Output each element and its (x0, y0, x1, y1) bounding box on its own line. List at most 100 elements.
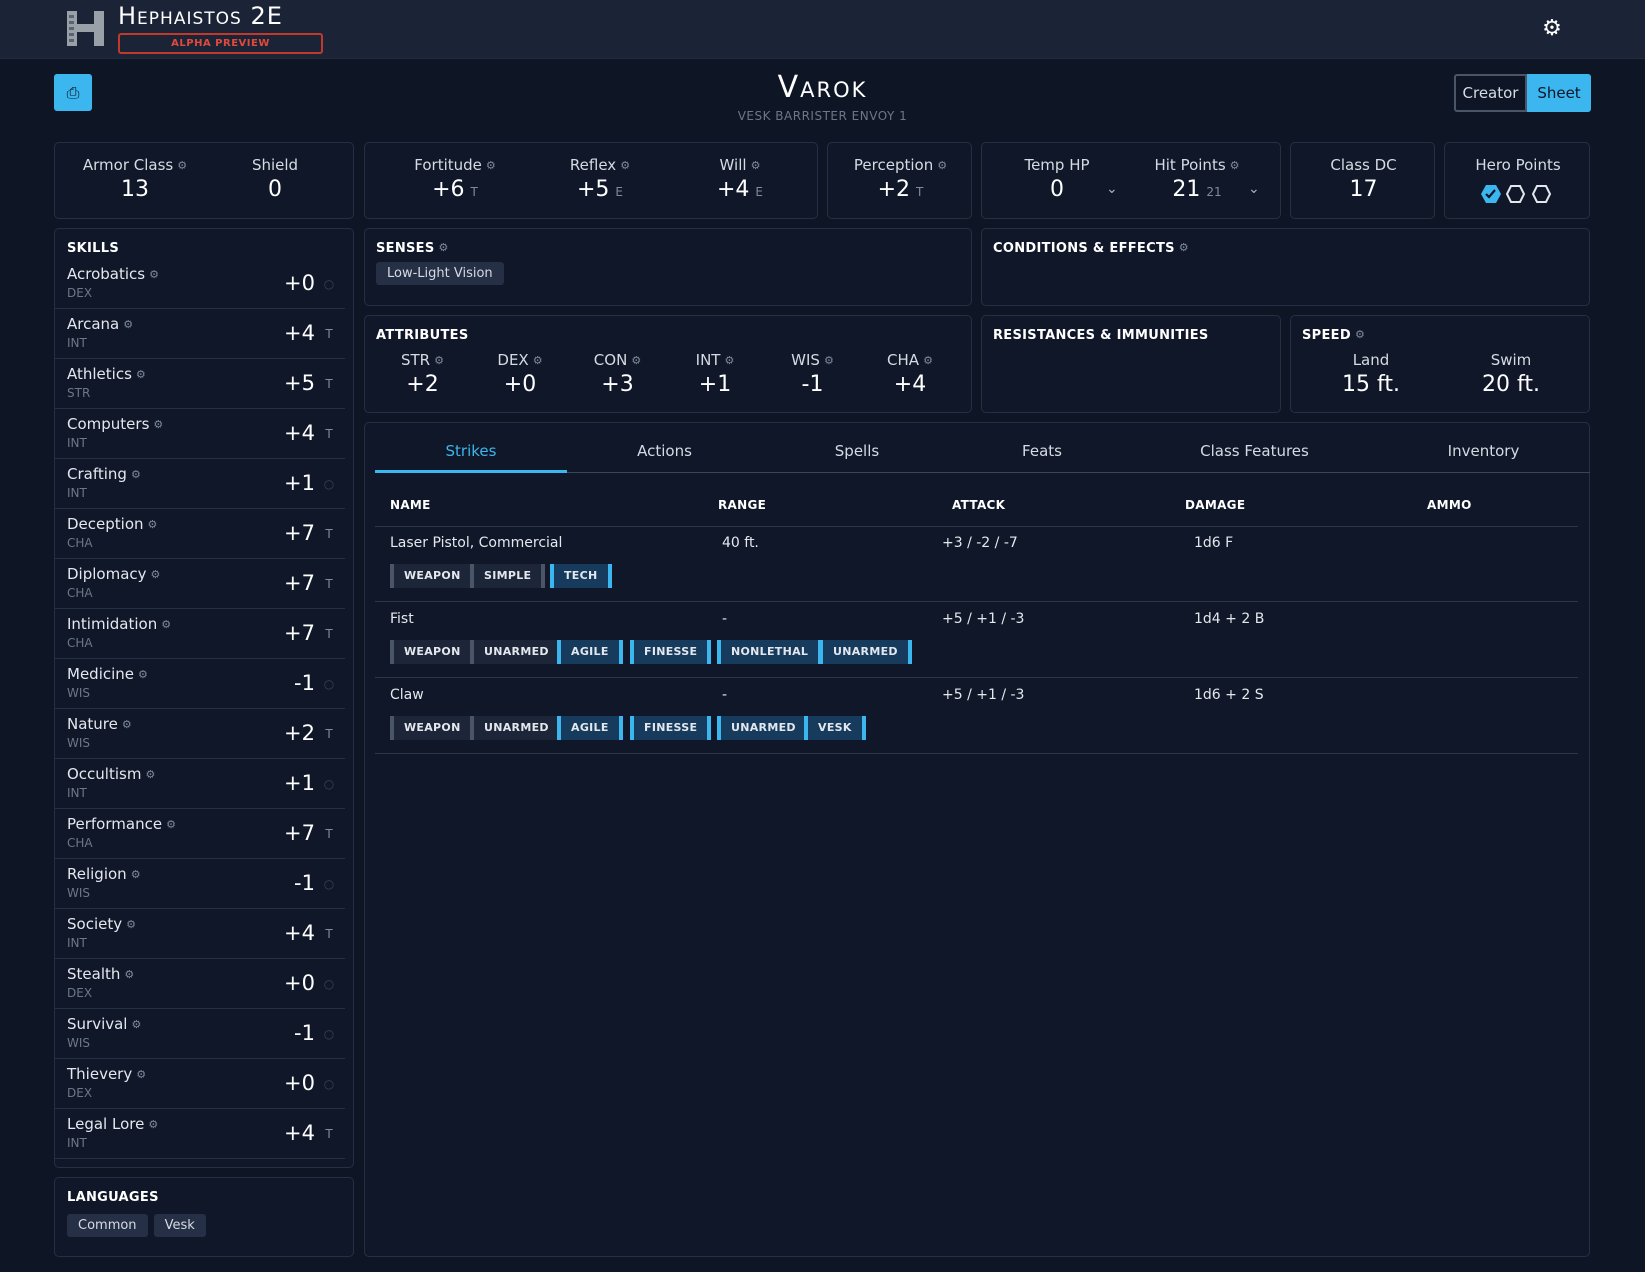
attribute-con[interactable]: CON ⚙ +3 (570, 351, 665, 397)
skill-row[interactable]: Stealth ⚙ DEX +0 ○ (55, 959, 345, 1009)
gear-icon[interactable]: ⚙ (824, 354, 834, 367)
gear-icon[interactable]: ⚙ (724, 354, 734, 367)
skill-row[interactable]: Religion ⚙ WIS -1 ○ (55, 859, 345, 909)
gear-icon[interactable]: ⚙ (1179, 241, 1189, 254)
gear-icon[interactable]: ⚙ (131, 468, 141, 481)
gear-icon[interactable]: ⚙ (131, 868, 141, 881)
attribute-wis[interactable]: WIS ⚙ -1 (765, 351, 860, 397)
trait-tag[interactable]: NONLETHAL (717, 640, 823, 664)
attribute-dex[interactable]: DEX ⚙ +0 (473, 351, 568, 397)
tab-spells[interactable]: Spells (762, 442, 952, 460)
hero-point-empty-icon[interactable] (1531, 185, 1552, 203)
trait-tag[interactable]: AGILE (557, 716, 623, 740)
skill-row[interactable]: Deception ⚙ CHA +7 T (55, 509, 345, 559)
save-fortitude[interactable]: Fortitude ⚙ +6 T (385, 156, 525, 202)
skill-row[interactable]: Intimidation ⚙ CHA +7 T (55, 609, 345, 659)
trait-tag[interactable]: UNARMED (717, 716, 810, 740)
skill-row[interactable]: Athletics ⚙ STR +5 T (55, 359, 345, 409)
skill-row[interactable]: Diplomacy ⚙ CHA +7 T (55, 559, 345, 609)
gear-icon[interactable]: ⚙ (149, 268, 159, 281)
gear-icon[interactable]: ⚙ (124, 968, 134, 981)
skill-row[interactable]: Occultism ⚙ INT +1 ○ (55, 759, 345, 809)
gear-icon[interactable]: ⚙ (631, 354, 641, 367)
trait-tag[interactable]: WEAPON (390, 640, 475, 664)
gear-icon[interactable]: ⚙ (148, 1118, 158, 1131)
tab-actions[interactable]: Actions (567, 442, 762, 460)
save-reflex[interactable]: Reflex ⚙ +5 E (530, 156, 670, 202)
skill-row[interactable]: Crafting ⚙ INT +1 ○ (55, 459, 345, 509)
gear-icon[interactable]: ⚙ (620, 159, 630, 172)
trait-tag[interactable]: UNARMED (819, 640, 912, 664)
armor-class[interactable]: Armor Class ⚙ 13 (55, 156, 215, 202)
language-chip[interactable]: Vesk (153, 1214, 206, 1237)
skill-row[interactable]: Medicine ⚙ WIS -1 ○ (55, 659, 345, 709)
perception-card[interactable]: Perception ⚙ +2 T (827, 142, 972, 219)
tab-feats[interactable]: Feats (952, 442, 1132, 460)
language-chip[interactable]: Common (67, 1214, 148, 1237)
gear-icon[interactable]: ⚙ (177, 159, 187, 172)
gear-icon[interactable]: ⚙ (148, 518, 158, 531)
creator-mode-button[interactable]: Creator (1454, 74, 1527, 112)
settings-gear-icon[interactable]: ⚙ (1540, 17, 1564, 41)
tab-class-features[interactable]: Class Features (1132, 442, 1377, 460)
gear-icon[interactable]: ⚙ (136, 368, 146, 381)
tab-inventory[interactable]: Inventory (1377, 442, 1590, 460)
trait-tag[interactable]: WEAPON (390, 564, 475, 588)
hero-point-empty-icon[interactable] (1505, 185, 1526, 203)
skill-row[interactable]: Performance ⚙ CHA +7 T (55, 809, 345, 859)
attribute-int[interactable]: INT ⚙ +1 (668, 351, 763, 397)
trait-tag[interactable]: TECH (550, 564, 612, 588)
gear-icon[interactable]: ⚙ (1355, 328, 1365, 341)
strike-name[interactable]: Laser Pistol, Commercial (390, 535, 562, 551)
gear-icon[interactable]: ⚙ (145, 768, 155, 781)
gear-icon[interactable]: ⚙ (136, 1068, 146, 1081)
skill-row[interactable]: Legal Lore ⚙ INT +4 T (55, 1109, 345, 1159)
gear-icon[interactable]: ⚙ (123, 318, 133, 331)
trait-tag[interactable]: SIMPLE (470, 564, 546, 588)
gear-icon[interactable]: ⚙ (434, 354, 444, 367)
skill-row[interactable]: Acrobatics ⚙ DEX +0 ○ (55, 259, 345, 309)
trait-tag[interactable]: AGILE (557, 640, 623, 664)
skill-row[interactable]: Thievery ⚙ DEX +0 ○ (55, 1059, 345, 1109)
trait-tag[interactable]: UNARMED (470, 640, 563, 664)
gear-icon[interactable]: ⚙ (439, 241, 449, 254)
tab-strikes[interactable]: Strikes (375, 442, 567, 460)
temp-hp-chevron-down-icon[interactable]: ⌄ (1106, 181, 1118, 197)
app-logo-icon[interactable] (67, 11, 104, 46)
skill-row[interactable]: Society ⚙ INT +4 T (55, 909, 345, 959)
strike-name[interactable]: Fist (390, 611, 414, 627)
sense-chip[interactable]: Low-Light Vision (376, 262, 504, 285)
gear-icon[interactable]: ⚙ (151, 568, 161, 581)
strike-name[interactable]: Claw (390, 687, 424, 703)
sheet-mode-button[interactable]: Sheet (1527, 74, 1591, 112)
skill-row[interactable]: Nature ⚙ WIS +2 T (55, 709, 345, 759)
gear-icon[interactable]: ⚙ (161, 618, 171, 631)
skill-row[interactable]: Computers ⚙ INT +4 T (55, 409, 345, 459)
hit-points[interactable]: Hit Points ⚙ 21 21 (1132, 156, 1262, 202)
trait-tag[interactable]: WEAPON (390, 716, 475, 740)
gear-icon[interactable]: ⚙ (166, 818, 176, 831)
trait-tag[interactable]: FINESSE (630, 716, 712, 740)
skill-row[interactable]: Survival ⚙ WIS -1 ○ (55, 1009, 345, 1059)
attribute-cha[interactable]: CHA ⚙ +4 (863, 351, 958, 397)
gear-icon[interactable]: ⚙ (131, 1018, 141, 1031)
app-title[interactable]: Hephaistos 2E (118, 2, 283, 30)
hit-points-chevron-down-icon[interactable]: ⌄ (1248, 181, 1260, 197)
gear-icon[interactable]: ⚙ (138, 668, 148, 681)
gear-icon[interactable]: ⚙ (1230, 159, 1240, 172)
trait-tag[interactable]: FINESSE (630, 640, 712, 664)
gear-icon[interactable]: ⚙ (751, 159, 761, 172)
gear-icon[interactable]: ⚙ (122, 718, 132, 731)
trait-tag[interactable]: UNARMED (470, 716, 563, 740)
gear-icon[interactable]: ⚙ (486, 159, 496, 172)
gear-icon[interactable]: ⚙ (937, 159, 947, 172)
gear-icon[interactable]: ⚙ (126, 918, 136, 931)
gear-icon[interactable]: ⚙ (153, 418, 163, 431)
gear-icon[interactable]: ⚙ (923, 354, 933, 367)
hero-point-filled-icon[interactable] (1481, 185, 1501, 203)
skill-row[interactable]: Arcana ⚙ INT +4 T (55, 309, 345, 359)
trait-tag[interactable]: VESK (804, 716, 866, 740)
shield[interactable]: Shield 0 (215, 156, 335, 202)
attribute-str[interactable]: STR ⚙ +2 (375, 351, 470, 397)
gear-icon[interactable]: ⚙ (533, 354, 543, 367)
